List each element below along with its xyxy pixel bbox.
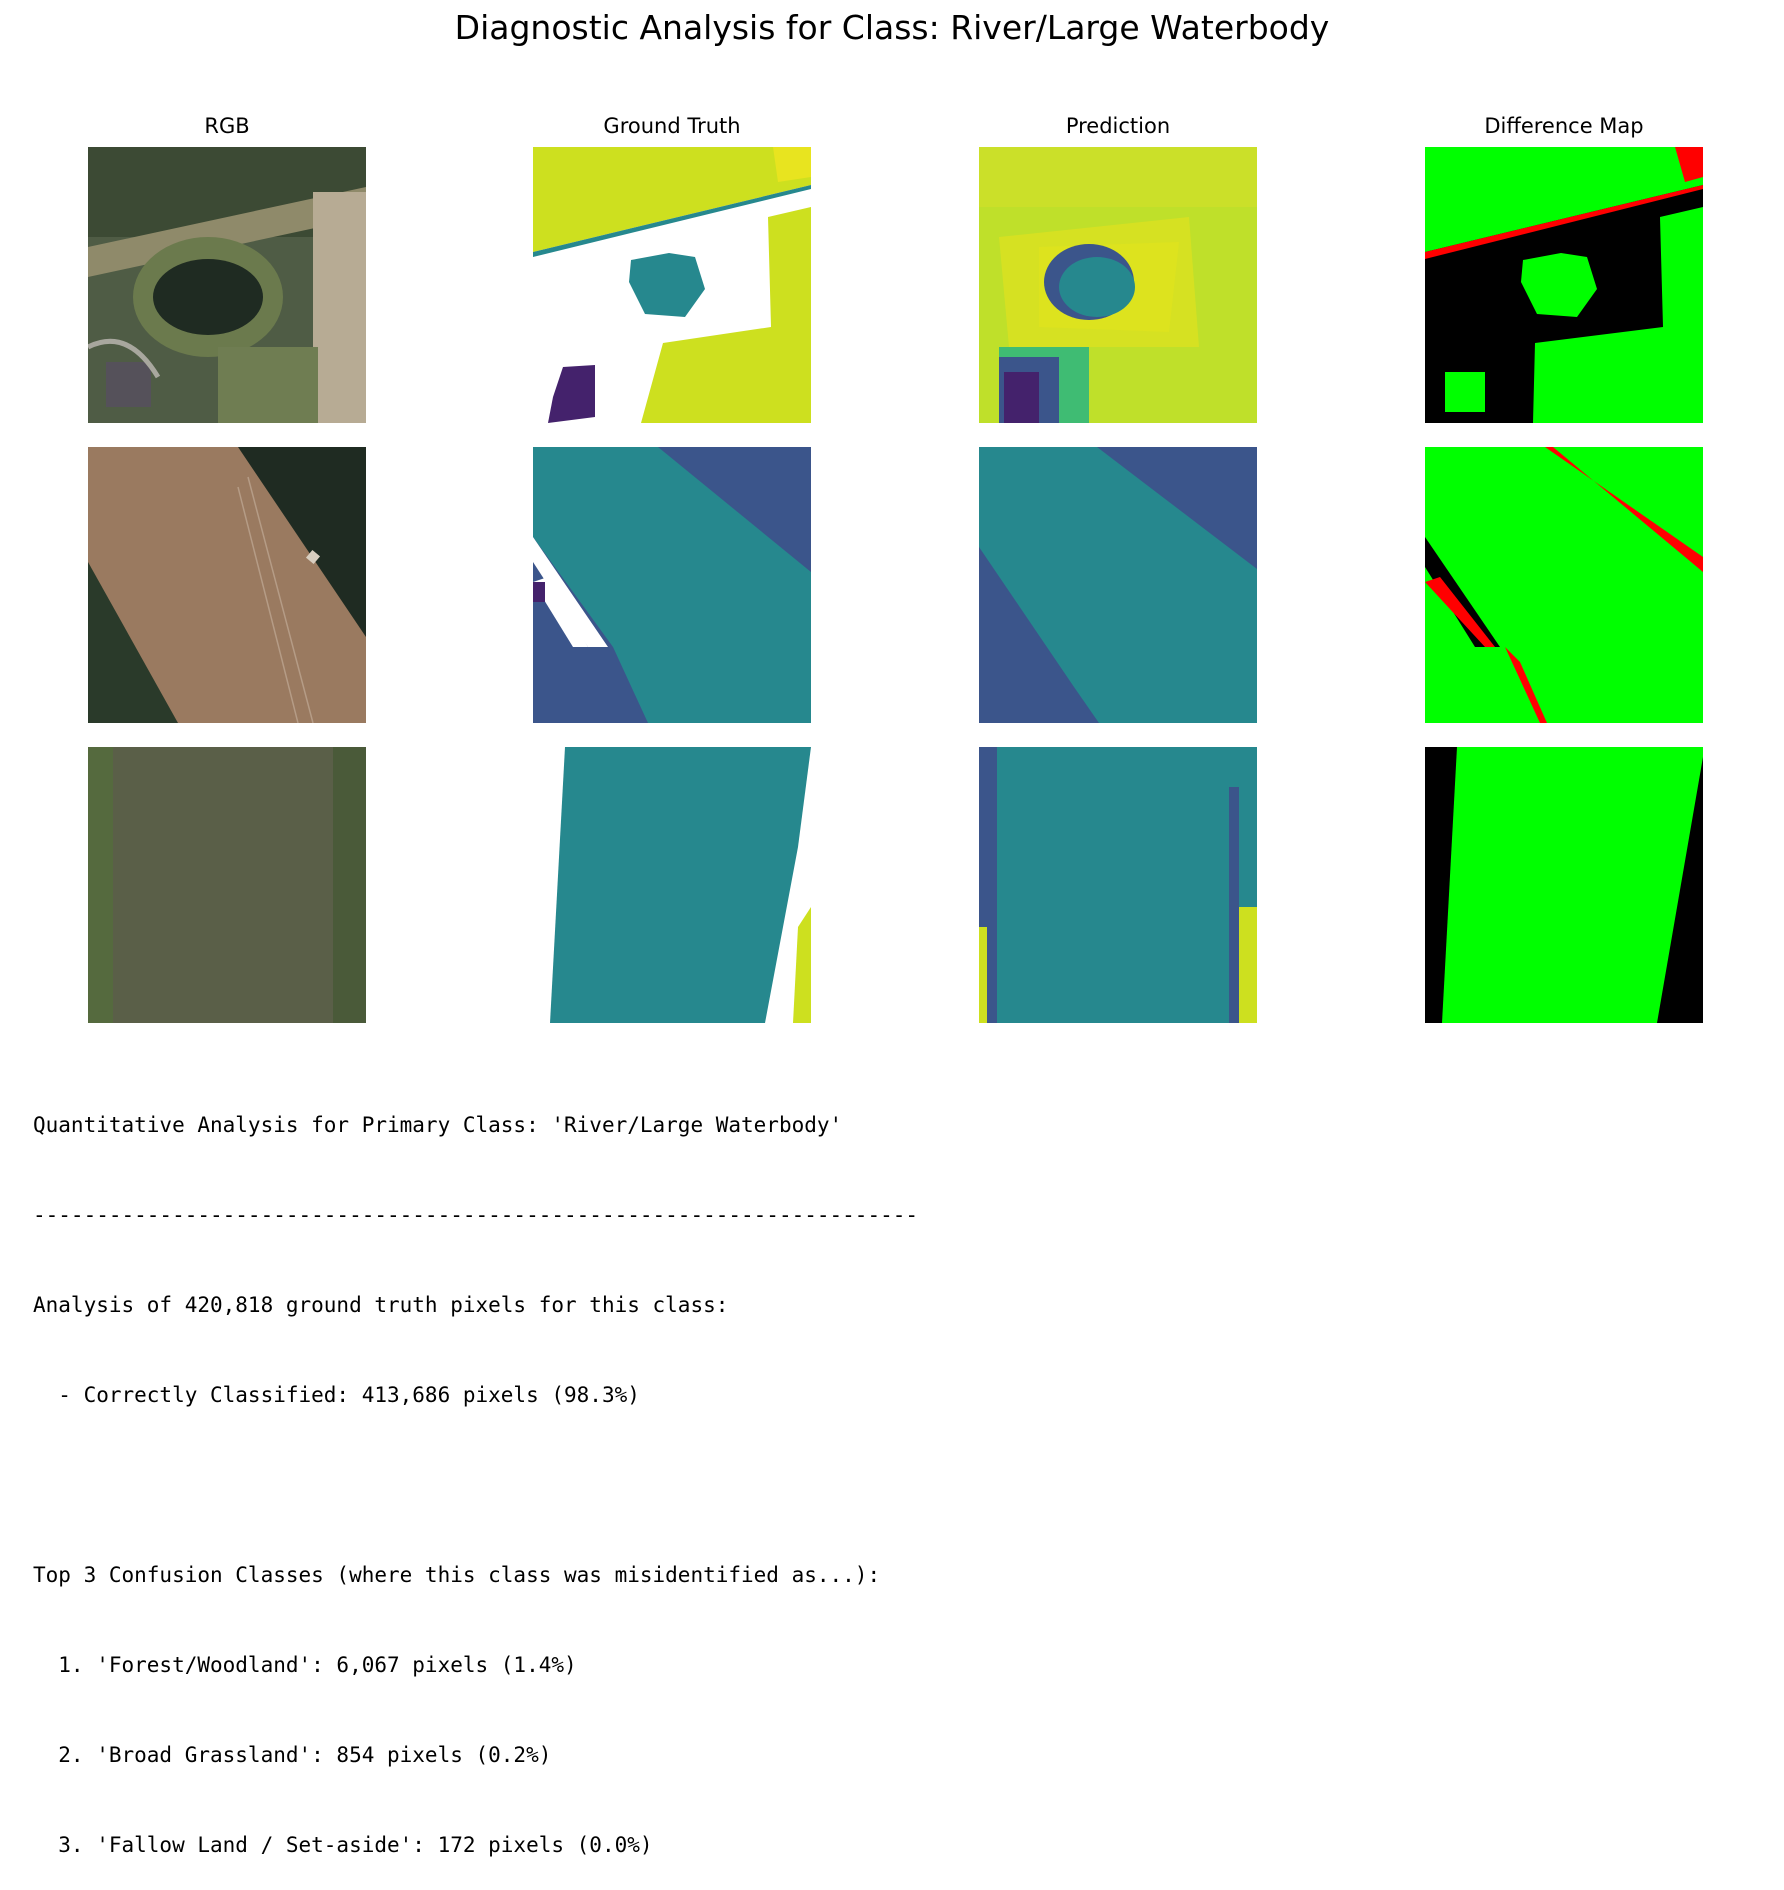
rgb-image-row-2 — [88, 447, 366, 723]
report-divider: ----------------------------------------… — [33, 1203, 919, 1227]
ground-truth-row-1 — [533, 147, 811, 423]
column-title-difference-map: Difference Map — [1484, 114, 1644, 138]
prediction-row-3 — [979, 747, 1257, 1023]
figure-title: Diagnostic Analysis for Class: River/Lar… — [454, 8, 1330, 47]
report-confusion-item: 1. 'Forest/Woodland': 6,067 pixels (1.4%… — [33, 1653, 577, 1677]
prediction-row-2 — [979, 447, 1257, 723]
difference-map-row-2 — [1425, 447, 1703, 723]
difference-map-row-3 — [1425, 747, 1703, 1023]
ground-truth-row-2 — [533, 447, 811, 723]
rgb-image-row-3 — [88, 747, 366, 1023]
report-heading: Quantitative Analysis for Primary Class:… — [33, 1113, 843, 1137]
column-title-rgb: RGB — [204, 114, 250, 138]
report-blank-line — [33, 1470, 918, 1500]
difference-map-row-1 — [1425, 147, 1703, 423]
report-correct: - Correctly Classified: 413,686 pixels (… — [33, 1383, 640, 1407]
report-confusion-heading: Top 3 Confusion Classes (where this clas… — [33, 1563, 881, 1587]
rgb-image-row-1 — [88, 147, 366, 423]
quantitative-report: Quantitative Analysis for Primary Class:… — [33, 1050, 918, 1890]
report-confusion-item: 3. 'Fallow Land / Set-aside': 172 pixels… — [33, 1833, 653, 1857]
column-title-ground-truth: Ground Truth — [603, 114, 741, 138]
report-confusion-item: 2. 'Broad Grassland': 854 pixels (0.2%) — [33, 1743, 552, 1767]
ground-truth-row-3 — [533, 747, 811, 1023]
column-title-prediction: Prediction — [1065, 114, 1171, 138]
prediction-row-1 — [979, 147, 1257, 423]
report-summary: Analysis of 420,818 ground truth pixels … — [33, 1293, 729, 1317]
